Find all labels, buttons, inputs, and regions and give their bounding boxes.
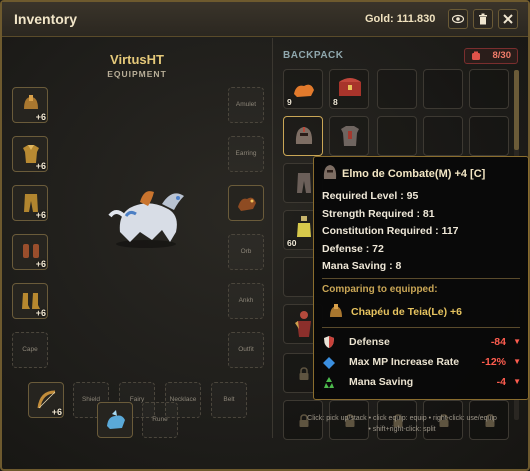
eye-icon (451, 14, 465, 24)
potion-icon (297, 216, 311, 237)
backpack-slot[interactable]: 8 (329, 69, 369, 109)
lock-icon (299, 367, 309, 380)
backpack-slot[interactable] (423, 116, 463, 156)
slot-label: Orb (240, 248, 252, 255)
compare-stat-name: Defense (349, 336, 390, 348)
backpack-slot[interactable]: 9 (283, 69, 323, 109)
orange-pet-icon (294, 84, 314, 97)
item-tooltip: Elmo de Combate(M) +4 [C] Required Level… (313, 156, 529, 400)
equip-slot-pants[interactable]: +6 (12, 185, 48, 221)
equip-slot-outfit[interactable]: Outfit (228, 332, 264, 368)
plus-label: +6 (35, 308, 46, 318)
tooltip-stat-line: Defense : 72 (322, 243, 384, 255)
title-bar: Inventory Gold: 111.830 (2, 2, 528, 37)
down-arrow-icon: ▼ (513, 357, 521, 366)
equip-slot-boots[interactable]: +6 (12, 283, 48, 319)
plus-label: +6 (35, 259, 46, 269)
close-button[interactable] (498, 9, 518, 29)
tooltip-item-name: Elmo de Combate(M) +4 [C] (342, 168, 486, 180)
tooltip-stat-line: Constitution Required : 117 (322, 225, 459, 237)
equip-slot-cape[interactable]: Cape (12, 332, 48, 368)
recycle-icon (324, 377, 334, 388)
pet-icon (238, 197, 256, 211)
treasure-chest-icon (339, 78, 361, 96)
compare-stat-value: -4 (496, 376, 506, 388)
plus-label: +6 (35, 210, 46, 220)
close-icon (503, 14, 513, 24)
armor-icon (341, 126, 359, 146)
equip-slot-ankh[interactable]: Ankh (228, 283, 264, 319)
equipped-item-icon (330, 304, 342, 317)
trash-icon (479, 13, 487, 25)
equipment-heading: EQUIPMENT (107, 69, 167, 79)
tooltip-stat-line: Required Level : 95 (322, 190, 419, 202)
backpack-slot[interactable] (469, 69, 509, 109)
character-model (108, 191, 184, 248)
equip-slot-gloves[interactable]: +6 (12, 234, 48, 270)
compare-stat-name: Max MP Increase Rate (349, 356, 460, 368)
plus-label: +6 (35, 161, 46, 171)
equip-slot-belt[interactable]: Belt (211, 382, 247, 418)
tooltip-divider (322, 327, 520, 328)
tooltip-equipped-name: Chapéu de Teia(Le) +6 (351, 306, 462, 318)
helmet-icon (323, 165, 337, 179)
panel-divider (272, 38, 273, 438)
slot-label: Earring (235, 150, 257, 157)
backpack-slot[interactable] (423, 69, 463, 109)
plus-label: +6 (51, 407, 62, 417)
gold-amount: Gold: 111.830 (365, 13, 436, 25)
equip-slot-earring[interactable]: Earring (228, 136, 264, 172)
blue-diamond-icon (323, 357, 335, 369)
backpack-slot[interactable] (469, 116, 509, 156)
item-quantity: 8 (333, 97, 338, 107)
window-title: Inventory (14, 11, 78, 27)
tooltip-stat-line: Mana Saving : 8 (322, 260, 402, 272)
equip-slot-mount[interactable] (97, 402, 133, 438)
character-name: VirtusHT (110, 52, 164, 67)
backpack-scrollbar-thumb[interactable] (514, 70, 519, 150)
equip-slot-orb[interactable]: Orb (228, 234, 264, 270)
shield-icon (324, 336, 334, 348)
slot-label: Amulet (235, 101, 257, 108)
equip-slot-armor[interactable]: +6 (12, 136, 48, 172)
help-line: Click: pick up/stack • click equip: equi… (307, 415, 497, 422)
slot-label: Ankh (238, 297, 254, 304)
backpack-count-badge: 8/30 (464, 48, 518, 64)
backpack-count: 8/30 (492, 50, 512, 61)
slot-label: Rune (152, 416, 168, 423)
backpack-icon (472, 51, 480, 60)
slot-label: Outfit (238, 346, 254, 353)
compare-stat-name: Mana Saving (349, 376, 414, 388)
equip-slot-rune[interactable]: Rune (142, 402, 178, 438)
help-text: Click: pick up/stack • click equip: equi… (282, 413, 522, 435)
backpack-slot-selected[interactable] (283, 116, 323, 156)
backpack-slot[interactable] (377, 116, 417, 156)
compare-stat-value: -84 (490, 336, 506, 348)
inventory-window: Inventory Gold: 111.830 VirtusHT EQUIPME… (0, 0, 530, 471)
equip-slot-amulet[interactable]: Amulet (228, 87, 264, 123)
equip-slot-pet[interactable] (228, 185, 264, 221)
slot-label: Cape (22, 346, 38, 353)
compare-stat-value: -12% (481, 356, 506, 368)
down-arrow-icon: ▼ (513, 337, 521, 346)
tooltip-compare-header: Comparing to equipped: (322, 284, 438, 295)
tooltip-stat-line: Strength Required : 81 (322, 208, 435, 220)
item-quantity: 9 (287, 97, 292, 107)
slot-label: Belt (223, 396, 235, 403)
equip-slot-helm[interactable]: +6 (12, 87, 48, 123)
eye-button[interactable] (448, 9, 468, 29)
help-line: • shift+right-click: split (368, 426, 436, 433)
down-arrow-icon: ▼ (513, 377, 521, 386)
helmet-icon (295, 127, 313, 144)
backpack-slot[interactable] (329, 116, 369, 156)
tooltip-divider (322, 278, 520, 279)
backpack-slot[interactable] (377, 69, 417, 109)
equip-slot-weapon[interactable]: +6 (28, 382, 64, 418)
item-quantity: 60 (287, 238, 297, 248)
mount-icon (107, 410, 125, 429)
trash-button[interactable] (473, 9, 493, 29)
plus-label: +6 (35, 112, 46, 122)
backpack-heading: BACKPACK (283, 50, 344, 61)
